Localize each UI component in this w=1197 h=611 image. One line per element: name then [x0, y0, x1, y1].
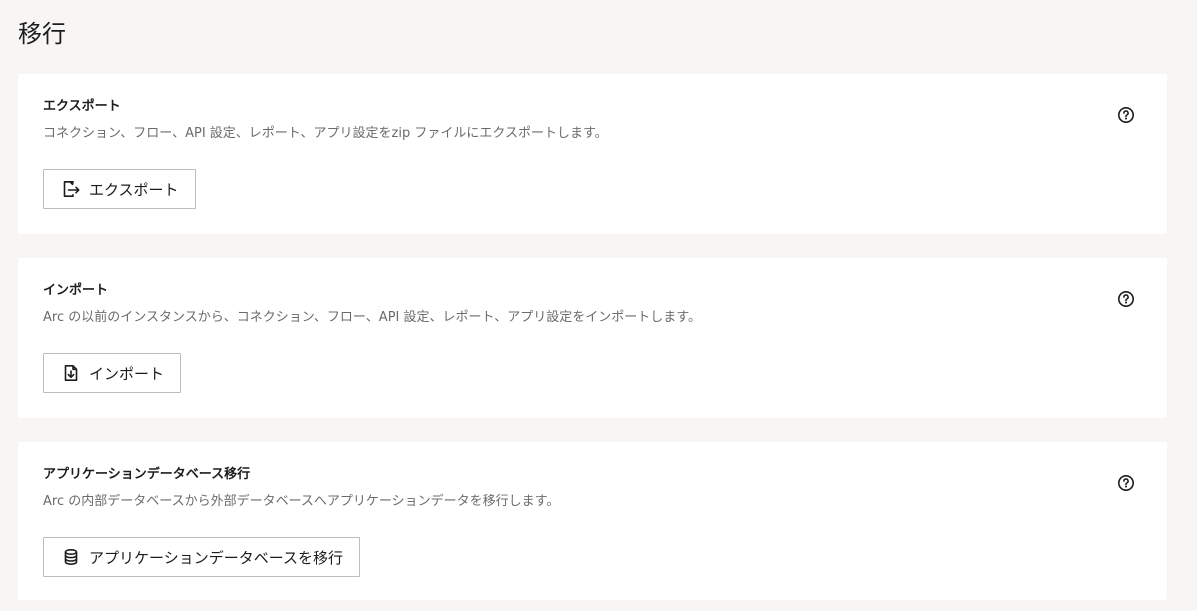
database-icon	[61, 547, 81, 567]
export-card: エクスポート コネクション、フロー、API 設定、レポート、アプリ設定をzip …	[18, 74, 1167, 234]
migrate-database-button[interactable]: アプリケーションデータベースを移行	[43, 537, 360, 577]
help-circle-icon[interactable]	[1117, 474, 1135, 492]
page-title: 移行	[18, 20, 66, 48]
database-migration-title: アプリケーションデータベース移行	[43, 467, 251, 482]
database-migration-description: Arc の内部データベースから外部データベースへアプリケーションデータを移行しま…	[43, 494, 560, 509]
import-card: インポート Arc の以前のインスタンスから、コネクション、フロー、API 設定…	[18, 258, 1167, 418]
help-circle-icon[interactable]	[1117, 290, 1135, 308]
help-circle-icon[interactable]	[1117, 106, 1135, 124]
database-migration-card: アプリケーションデータベース移行 Arc の内部データベースから外部データベース…	[18, 442, 1167, 600]
import-title: インポート	[43, 283, 109, 298]
export-title: エクスポート	[43, 99, 121, 114]
migrate-database-button-label: アプリケーションデータベースを移行	[89, 548, 343, 567]
export-button-label: エクスポート	[89, 180, 179, 199]
export-button[interactable]: エクスポート	[43, 169, 196, 209]
import-description: Arc の以前のインスタンスから、コネクション、フロー、API 設定、レポート、…	[43, 310, 701, 325]
export-description: コネクション、フロー、API 設定、レポート、アプリ設定をzip ファイルにエク…	[43, 126, 608, 141]
import-button-label: インポート	[89, 364, 165, 383]
import-button[interactable]: インポート	[43, 353, 182, 393]
file-export-icon	[61, 179, 81, 199]
file-import-icon	[61, 363, 81, 383]
